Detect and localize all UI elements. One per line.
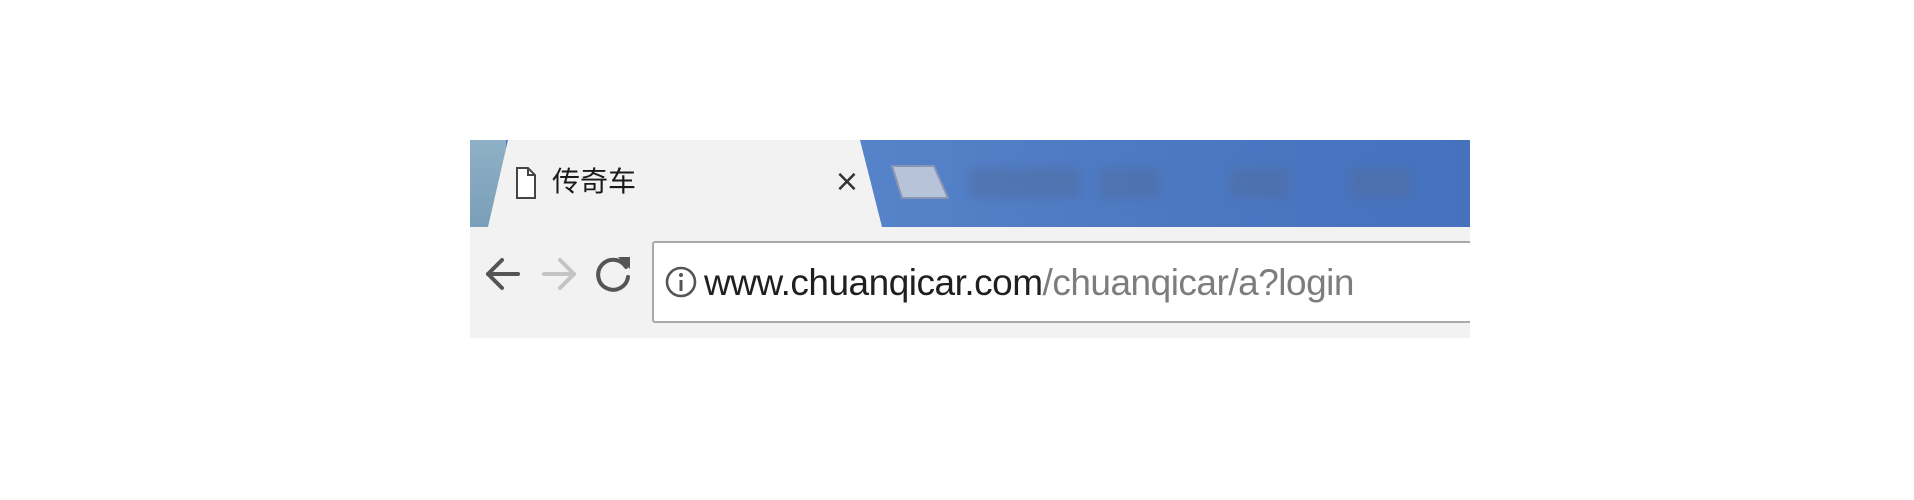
arrow-right-icon [542,258,576,290]
reload-icon [596,257,630,292]
reload-button[interactable] [588,249,638,299]
url-path: /chuanqicar/a?login [1042,262,1355,303]
page-icon [516,167,536,199]
url-text[interactable]: www.chuanqicar.com/chuanqicar/a?login [704,261,1354,305]
back-button[interactable] [478,249,528,299]
browser-window-crop: 传奇车 × www.chuanqicar.com/chuanqicar/a?lo… [470,140,1470,338]
tab-strip: 传奇车 × [470,140,1470,227]
new-tab-button[interactable] [880,162,960,202]
address-bar[interactable]: www.chuanqicar.com/chuanqicar/a?login [652,241,1470,323]
info-icon[interactable] [662,263,700,301]
browser-toolbar: www.chuanqicar.com/chuanqicar/a?login [470,227,1470,338]
forward-button[interactable] [534,249,584,299]
tab-title: 传奇车 [552,165,637,198]
arrow-left-icon [486,258,520,290]
tab-close-icon[interactable]: × [828,163,866,201]
url-host: www.chuanqicar.com [704,262,1043,303]
